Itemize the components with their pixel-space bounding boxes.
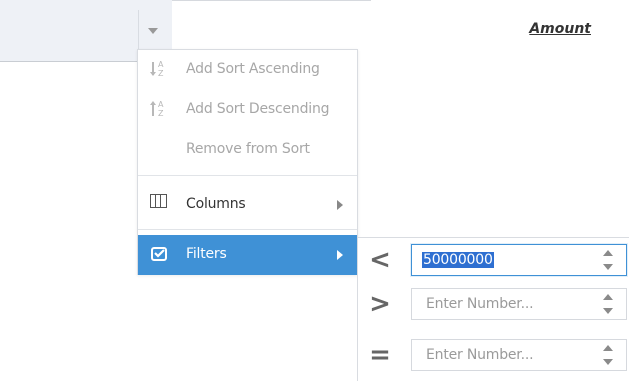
menu-item-remove-from-sort[interactable]: Remove from Sort bbox=[138, 130, 357, 170]
checkbox-checked-icon bbox=[151, 247, 167, 261]
chevron-right-icon bbox=[337, 200, 343, 210]
number-spinner[interactable] bbox=[602, 294, 614, 314]
greater-than-input[interactable]: Enter Number... bbox=[411, 288, 627, 320]
equals-input[interactable]: Enter Number... bbox=[411, 339, 627, 371]
filter-less-than-row: < 50000000 bbox=[358, 240, 629, 280]
menu-separator bbox=[138, 229, 357, 230]
menu-item-label: Remove from Sort bbox=[186, 141, 310, 157]
column-separator bbox=[138, 10, 139, 53]
svg-text:Z: Z bbox=[158, 109, 164, 118]
input-placeholder: Enter Number... bbox=[426, 347, 534, 363]
menu-separator bbox=[138, 175, 357, 176]
greater-than-operator: > bbox=[369, 289, 391, 319]
filter-equals-row: = Enter Number... bbox=[358, 335, 629, 375]
filters-submenu: < 50000000 > Enter Number... = Enter Num… bbox=[357, 237, 629, 381]
less-than-operator: < bbox=[369, 245, 391, 275]
chevron-right-icon bbox=[337, 250, 343, 260]
menu-item-add-sort-descending[interactable]: A Z Add Sort Descending bbox=[138, 90, 357, 130]
filter-greater-than-row: > Enter Number... bbox=[358, 284, 629, 324]
equals-operator: = bbox=[369, 340, 391, 370]
menu-item-label: Add Sort Descending bbox=[186, 101, 330, 117]
menu-item-add-sort-ascending[interactable]: A Z Add Sort Ascending bbox=[138, 50, 357, 90]
menu-item-columns[interactable]: Columns bbox=[138, 185, 357, 225]
grid-page: Amount A Z Add Sort Ascending A Z Add So… bbox=[0, 0, 629, 381]
input-value: 50000000 bbox=[422, 252, 494, 268]
svg-text:A: A bbox=[158, 100, 164, 109]
top-border bbox=[172, 0, 371, 1]
columns-icon bbox=[150, 194, 167, 208]
menu-item-label: Filters bbox=[186, 246, 227, 262]
less-than-input[interactable]: 50000000 bbox=[411, 244, 627, 276]
sort-descending-icon: A Z bbox=[150, 100, 164, 118]
svg-text:A: A bbox=[158, 60, 164, 69]
input-placeholder: Enter Number... bbox=[426, 296, 534, 312]
menu-item-label: Add Sort Ascending bbox=[186, 61, 320, 77]
svg-text:Z: Z bbox=[158, 69, 164, 78]
amount-column-title[interactable]: Amount bbox=[529, 21, 591, 37]
column-context-menu: A Z Add Sort Ascending A Z Add Sort Desc… bbox=[137, 49, 358, 275]
column-menu-button[interactable] bbox=[140, 19, 166, 43]
menu-item-filters[interactable]: Filters bbox=[138, 235, 357, 275]
menu-item-label: Columns bbox=[186, 196, 246, 212]
sort-ascending-icon: A Z bbox=[150, 60, 164, 78]
number-spinner[interactable] bbox=[602, 345, 614, 365]
number-spinner[interactable] bbox=[602, 250, 614, 270]
